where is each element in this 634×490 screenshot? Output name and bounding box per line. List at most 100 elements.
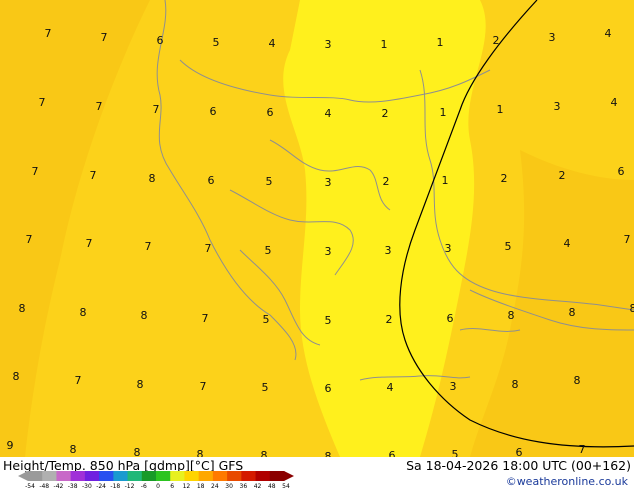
value-label: 7	[96, 100, 103, 113]
scale-swatch	[84, 471, 100, 481]
value-label: 7	[624, 233, 631, 246]
scale-tick-label: -12	[124, 483, 135, 490]
value-label: 2	[559, 169, 566, 182]
weather-map: 7 7 6 5 4 3 1 1 2 3 4 7 7 7 6 6 4 2 1 1 3 4 7 7 8 6 5 3 2 1 2 2 6 7 7 7 7 5 3 3…	[0, 0, 634, 463]
scale-swatch	[227, 471, 242, 481]
value-label: 7	[200, 380, 207, 393]
scale-tick-label: 12	[182, 483, 191, 490]
value-label: 1	[437, 36, 444, 49]
scale-swatch	[269, 471, 285, 481]
scale-swatch	[170, 471, 185, 481]
value-label: 6	[157, 34, 164, 47]
scale-tick-label: -54	[25, 483, 35, 490]
value-label: 8	[137, 378, 144, 391]
value-label: 7	[32, 165, 39, 178]
scale-swatch	[113, 471, 129, 481]
value-label: 2	[501, 172, 508, 185]
value-label: 6	[210, 105, 217, 118]
scale-swatch	[42, 471, 57, 481]
value-label: 9	[7, 439, 14, 452]
value-label: 6	[447, 312, 454, 325]
value-label: 7	[205, 242, 212, 255]
value-label: 1	[440, 106, 447, 119]
value-label: 5	[325, 314, 332, 327]
value-label: 8	[630, 302, 634, 315]
scale-tick-label: 6	[170, 483, 175, 490]
value-label: 4	[387, 381, 394, 394]
scale-swatch	[198, 471, 214, 481]
scale-swatch	[212, 471, 228, 481]
value-label: 4	[611, 96, 618, 109]
scale-swatch	[184, 471, 200, 481]
value-label: 5	[262, 381, 269, 394]
scale-tick-label: 54	[282, 483, 290, 490]
scale-tick-label: -18	[110, 483, 121, 490]
value-label: 1	[442, 174, 449, 187]
forecast-datetime: Sa 18-04-2026 18:00 UTC (00+162)	[406, 458, 631, 473]
value-label: 8	[13, 370, 20, 383]
scale-tick-label: -42	[53, 483, 64, 490]
value-label: 3	[325, 176, 332, 189]
scale-swatch	[127, 471, 143, 481]
value-label: 6	[267, 106, 274, 119]
value-label: 8	[19, 302, 26, 315]
value-label: 8	[149, 172, 156, 185]
value-label: 5	[213, 36, 220, 49]
value-label: 8	[141, 309, 148, 322]
scale-arrow-right	[284, 471, 294, 481]
scale-arrow-left	[18, 471, 28, 481]
scale-tick-label: -38	[67, 483, 78, 490]
value-label: 2	[386, 313, 393, 326]
value-label: 1	[497, 103, 504, 116]
color-scale-labels: -54 -48 -42 -38 -30 -24 -18 -12 -6 0 6 12 18 24 30 36 42…	[20, 483, 296, 490]
value-label: 7	[26, 233, 33, 246]
value-label: 7	[39, 96, 46, 109]
value-label: 8	[80, 306, 87, 319]
value-label: 3	[325, 245, 332, 258]
value-label: 8	[512, 378, 519, 391]
scale-swatch	[141, 471, 157, 481]
scale-tick-label: -6	[140, 483, 147, 490]
value-label: 8	[508, 309, 515, 322]
value-label: 3	[554, 100, 561, 113]
scale-tick-label: 36	[239, 483, 248, 490]
value-label: 7	[202, 312, 209, 325]
value-label: 6	[618, 165, 625, 178]
scale-swatch	[156, 471, 171, 481]
value-label: 2	[382, 107, 389, 120]
scale-tick-label: 24	[211, 483, 219, 490]
value-label: 8	[569, 306, 576, 319]
scale-tick-label: 48	[267, 483, 276, 490]
value-label: 3	[445, 242, 452, 255]
value-label: 5	[505, 240, 512, 253]
scale-tick-label: -24	[96, 483, 107, 490]
value-label: 8	[574, 374, 581, 387]
value-label: 3	[325, 38, 332, 51]
value-label: 6	[208, 174, 215, 187]
value-label: 7	[101, 31, 108, 44]
value-label: 5	[266, 175, 273, 188]
scale-tick-label: 18	[196, 483, 205, 490]
value-label: 1	[381, 38, 388, 51]
value-label: 4	[325, 107, 332, 120]
value-label: 4	[564, 237, 571, 250]
scale-swatch	[70, 471, 86, 481]
value-label: 6	[325, 382, 332, 395]
scale-swatch	[56, 471, 72, 481]
value-label: 4	[605, 27, 612, 40]
value-label: 8	[70, 443, 77, 456]
scale-swatch	[255, 471, 271, 481]
value-label: 7	[90, 169, 97, 182]
scale-tick-label: 42	[253, 483, 262, 490]
value-label: 3	[549, 31, 556, 44]
value-label: 7	[75, 374, 82, 387]
credit-link[interactable]: ©weatheronline.co.uk	[506, 475, 628, 488]
value-label: 7	[145, 240, 152, 253]
value-label: 7	[153, 103, 160, 116]
scale-swatch	[241, 471, 257, 481]
value-label: 3	[385, 244, 392, 257]
value-label: 5	[265, 244, 272, 257]
value-label: 3	[450, 380, 457, 393]
value-label: 5	[263, 313, 270, 326]
scale-tick-label: -48	[39, 483, 50, 490]
